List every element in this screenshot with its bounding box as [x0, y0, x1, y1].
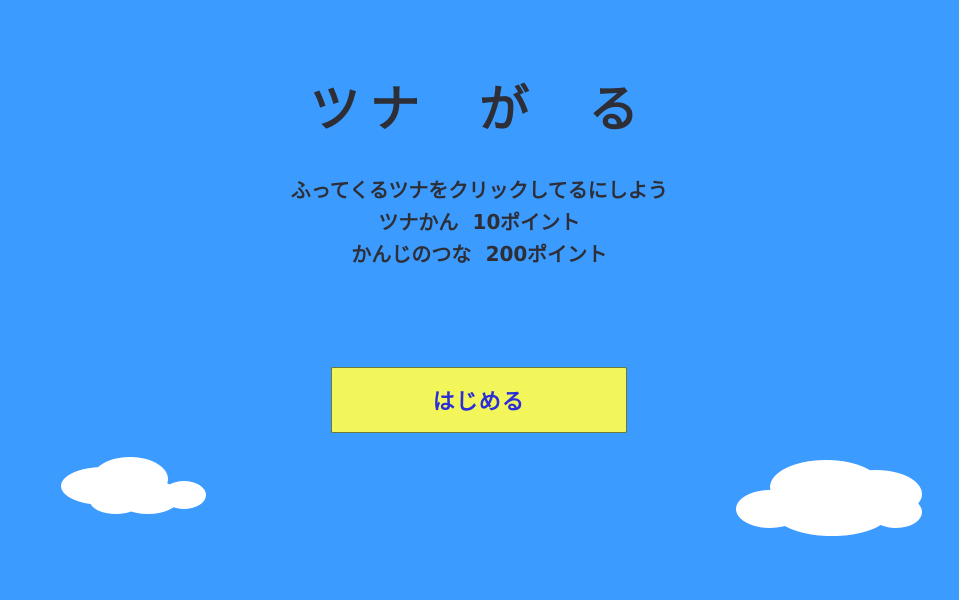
game-title: ツナ が る [310, 80, 649, 138]
cloud-right-icon [736, 460, 922, 536]
instructions-line-tuna-can-points: ツナかん 10ポイント [378, 210, 581, 234]
instructions-panel: ふってくるツナをクリックしてるにしよう ツナかん 10ポイント かんじのつな 2… [0, 174, 959, 270]
game-start-screen: ツナ が る ふってくるツナをクリックしてるにしよう ツナかん 10ポイント か… [0, 0, 959, 600]
start-button[interactable]: はじめる [331, 367, 627, 433]
start-button-label: はじめる [432, 390, 525, 415]
cloud-left-icon [61, 457, 206, 514]
instructions-line-kanji-tuna-points: かんじのつな 200ポイント [351, 242, 608, 266]
instructions-line-main: ふってくるツナをクリックしてるにしよう [291, 178, 668, 202]
